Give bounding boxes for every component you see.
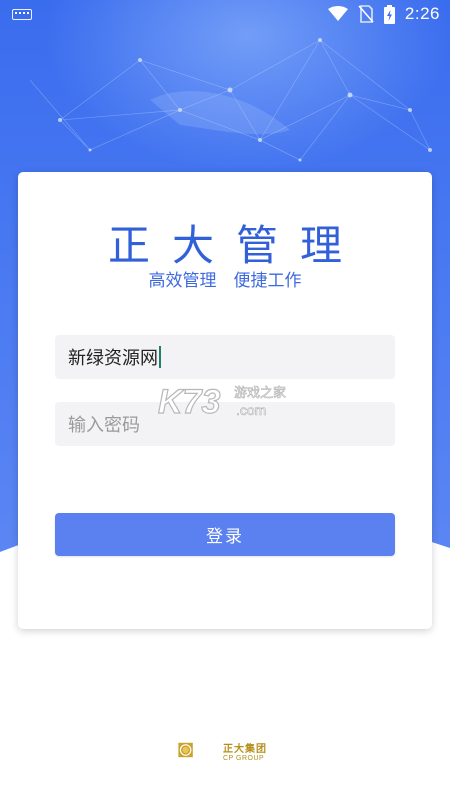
- keyboard-icon: [12, 9, 32, 20]
- wifi-icon: [327, 6, 348, 21]
- no-sim-icon: [358, 5, 374, 23]
- text-cursor: [159, 346, 161, 368]
- password-placeholder: 输入密码: [68, 415, 140, 436]
- username-field[interactable]: 新绿资源网: [55, 335, 395, 379]
- username-value: 新绿资源网: [68, 348, 158, 369]
- status-time: 2:26: [404, 4, 440, 23]
- watermark-cn: 游戏之家: [234, 385, 286, 401]
- brand-name-en: CP GROUP: [223, 755, 265, 762]
- login-button[interactable]: 登录: [55, 513, 395, 556]
- app-slogan: 高效管理 便捷工作: [148, 271, 302, 291]
- watermark-domain: .com: [236, 402, 266, 418]
- k73-watermark: K73 游戏之家 .com: [158, 382, 286, 421]
- app-title: 正大管理: [107, 221, 364, 270]
- status-bar: 2:26: [0, 0, 450, 30]
- watermark-main: K73: [158, 383, 220, 421]
- cp-group-logo: [178, 742, 193, 758]
- brand-name-cn: 正大集团: [223, 744, 267, 755]
- battery-charging-icon: [383, 4, 395, 24]
